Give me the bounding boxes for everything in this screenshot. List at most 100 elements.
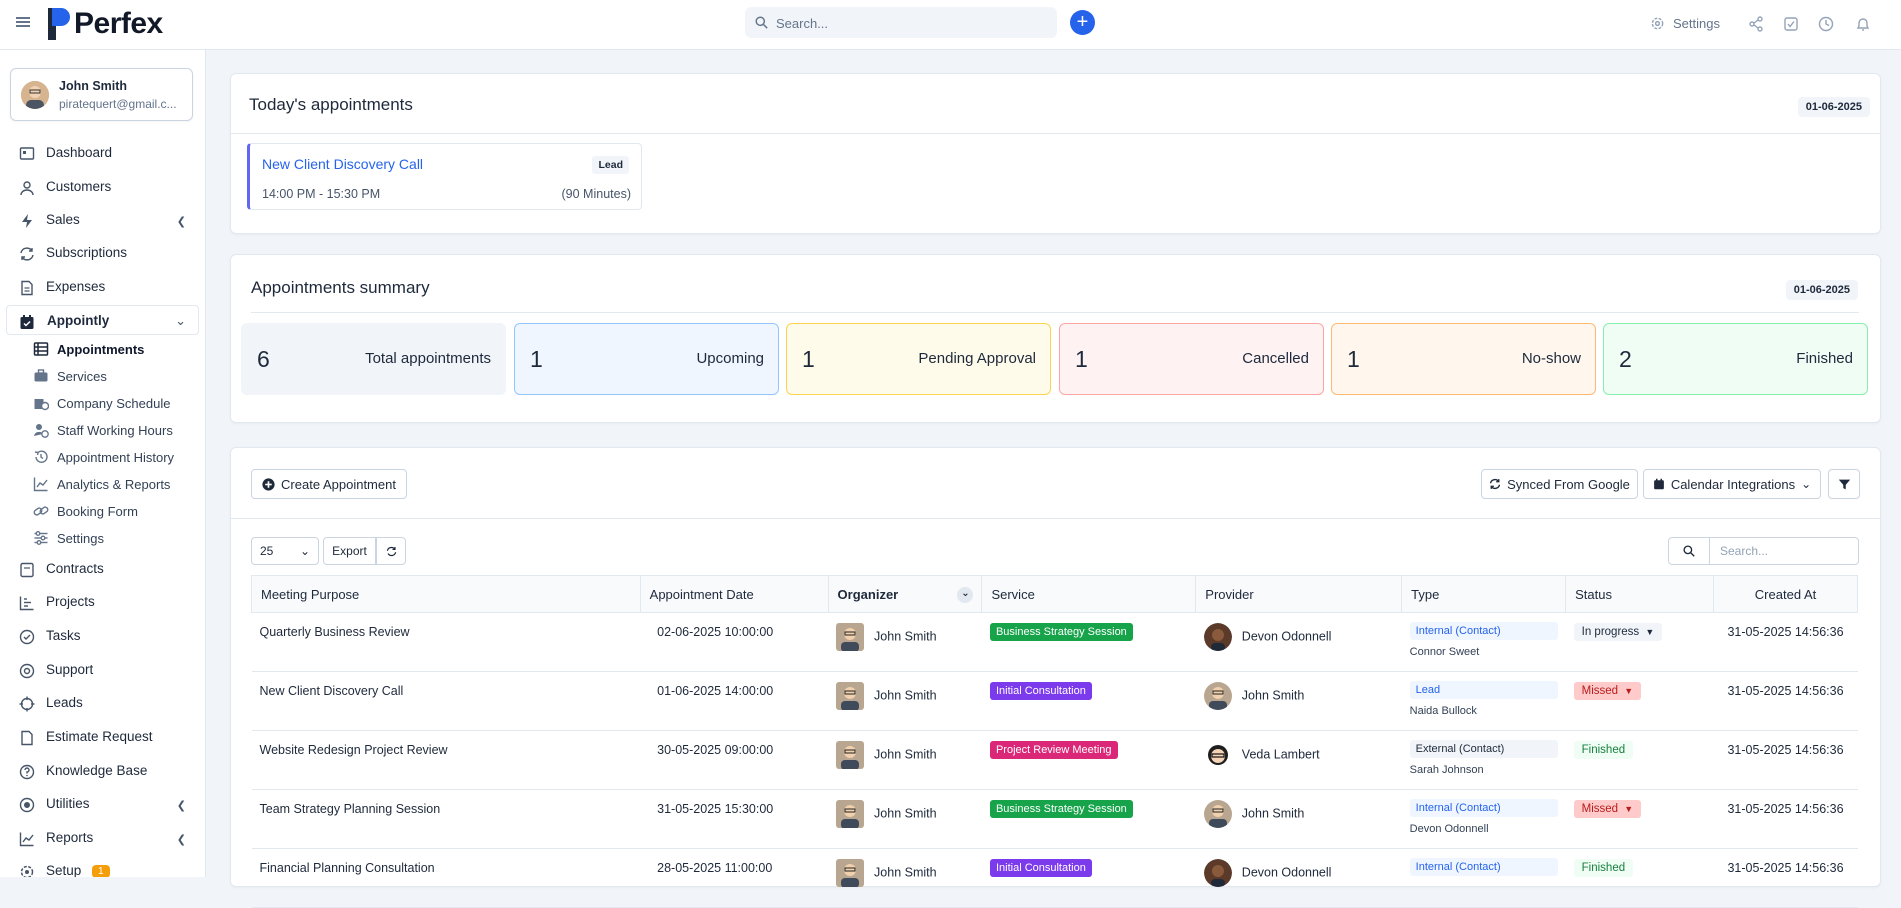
settings-link[interactable]: Settings	[1650, 16, 1720, 31]
sidebar-item-sales[interactable]: Sales ❮	[0, 205, 205, 235]
meeting-purpose-text[interactable]: Team Strategy Planning Session	[260, 790, 633, 816]
filter-button[interactable]	[1828, 469, 1860, 499]
brand-logo[interactable]: Perfex	[48, 7, 163, 41]
stat-card[interactable]: 1 No-show	[1331, 323, 1596, 395]
sidebar-subitem-services[interactable]: Services	[0, 364, 205, 388]
bar-chart-icon	[19, 596, 34, 611]
column-header-organizer[interactable]: Organizer ⌄	[827, 575, 983, 613]
export-button[interactable]: Export	[323, 537, 376, 565]
sidebar-item-label: Support	[46, 662, 94, 677]
clock-icon[interactable]	[1818, 16, 1834, 32]
status-badge: Finished	[1573, 741, 1634, 759]
reload-button[interactable]	[376, 537, 406, 565]
table-row[interactable]: Quarterly Business Review 02-06-2025 10:0…	[251, 612, 1858, 672]
synced-from-google-button[interactable]: Synced From Google	[1481, 469, 1638, 499]
cell-meeting-purpose: Team Strategy Planning Session	[251, 789, 641, 849]
table-search-input[interactable]: Search...	[1709, 537, 1859, 565]
sidebar-subitem-company-schedule[interactable]: Company Schedule	[0, 391, 205, 415]
sort-chevron-icon[interactable]: ⌄	[957, 587, 974, 603]
sidebar-item-label: Tasks	[46, 628, 81, 643]
sidebar-item-expenses[interactable]: Expenses	[0, 272, 205, 302]
cell-created-at: 31-05-2025 14:56:36	[1713, 612, 1858, 672]
stat-count: 6	[257, 346, 270, 372]
sidebar-item-customers[interactable]: Customers	[0, 172, 205, 202]
page-size-select[interactable]: 25 ⌄	[251, 537, 319, 565]
status-badge[interactable]: In progress ▼	[1573, 623, 1663, 641]
global-search-input[interactable]: Search...	[745, 7, 1057, 38]
sidebar-item-label: Knowledge Base	[46, 763, 148, 778]
sidebar-subitem-staff-working-hours[interactable]: Staff Working Hours	[0, 418, 205, 442]
table-list-icon	[33, 342, 49, 356]
stat-label: Upcoming	[696, 350, 764, 367]
logo-mark	[48, 8, 70, 40]
stat-count: 1	[802, 346, 815, 372]
sidebar-item-label: Subscriptions	[46, 245, 128, 260]
meeting-purpose-text[interactable]: Quarterly Business Review	[260, 613, 633, 639]
meeting-purpose-text[interactable]: New Client Discovery Call	[260, 672, 633, 698]
status-badge[interactable]: Missed ▼	[1573, 682, 1642, 700]
stat-card[interactable]: 1 Cancelled	[1059, 323, 1324, 395]
meeting-purpose-text[interactable]: Financial Planning Consultation	[260, 849, 633, 875]
share-icon[interactable]	[1748, 16, 1764, 32]
status-badge: Finished	[1573, 859, 1634, 877]
column-header-appointment-date[interactable]: Appointment Date	[639, 575, 829, 613]
sidebar-item-dashboard[interactable]: Dashboard	[0, 138, 205, 168]
column-header-provider[interactable]: Provider	[1195, 575, 1403, 613]
page-size-value: 25	[260, 544, 274, 558]
appointment-card[interactable]: New Client Discovery Call Lead 14:00 PM …	[247, 143, 642, 210]
stat-label: No-show	[1521, 350, 1581, 367]
column-header-status[interactable]: Status	[1565, 575, 1715, 613]
table-row[interactable]: Website Redesign Project Review 30-05-202…	[251, 730, 1858, 790]
stat-card[interactable]: 2 Finished	[1603, 323, 1868, 395]
calendar-integrations-dropdown[interactable]: Calendar Integrations ⌄	[1643, 469, 1821, 499]
sidebar-item-projects[interactable]: Projects	[0, 587, 205, 617]
sidebar: John Smith piratequert@gmail.c... Dashbo…	[0, 50, 206, 877]
document-icon	[21, 730, 33, 746]
table-row[interactable]: New Client Discovery Call 01-06-2025 14:0…	[251, 671, 1858, 731]
type-contact-name: Naida Bullock	[1409, 705, 1477, 717]
stat-card[interactable]: 1 Upcoming	[514, 323, 779, 395]
table-row[interactable]: Team Strategy Planning Session 31-05-2025…	[251, 789, 1858, 849]
column-header-meeting-purpose[interactable]: Meeting Purpose	[251, 575, 641, 613]
stat-card[interactable]: 6 Total appointments	[241, 323, 506, 395]
sidebar-item-knowledge-base[interactable]: Knowledge Base	[0, 756, 205, 786]
stat-count: 1	[1347, 346, 1360, 372]
sidebar-item-reports[interactable]: Reports ❮	[0, 823, 205, 853]
stat-card[interactable]: 1 Pending Approval	[786, 323, 1051, 395]
table-search-button[interactable]	[1668, 537, 1710, 565]
search-icon	[755, 16, 768, 29]
sidebar-item-tasks[interactable]: Tasks	[0, 621, 205, 651]
sidebar-subitem-booking-form[interactable]: Booking Form	[0, 499, 205, 523]
sidebar-subitem-analytics-reports[interactable]: Analytics & Reports	[0, 472, 205, 496]
column-header-created-at[interactable]: Created At	[1713, 575, 1858, 613]
chevron-down-icon: ⌄	[175, 313, 186, 328]
sidebar-item-leads[interactable]: Leads	[0, 688, 205, 718]
sidebar-subitem-settings[interactable]: Settings	[0, 526, 205, 550]
organizer-name: John Smith	[874, 747, 937, 762]
created-at-text: 31-05-2025 14:56:36	[1727, 625, 1844, 639]
table-row[interactable]: Financial Planning Consultation 28-05-202…	[251, 848, 1858, 908]
sidebar-item-subscriptions[interactable]: Subscriptions	[0, 238, 205, 268]
status-label: Finished	[1581, 744, 1626, 756]
cell-provider: Devon Odonnell	[1195, 848, 1402, 908]
bell-icon[interactable]	[1855, 16, 1871, 32]
create-appointment-button[interactable]: Create Appointment	[251, 469, 407, 499]
user-card[interactable]: John Smith piratequert@gmail.c...	[10, 68, 193, 121]
sidebar-item-utilities[interactable]: Utilities ❮	[0, 789, 205, 819]
sidebar-item-support[interactable]: Support	[0, 655, 205, 685]
meeting-purpose-text[interactable]: Website Redesign Project Review	[260, 731, 633, 757]
sidebar-item-setup[interactable]: Setup 1	[0, 856, 205, 877]
column-header-service[interactable]: Service	[981, 575, 1197, 613]
menu-toggle-icon[interactable]	[16, 17, 30, 27]
sidebar-item-estimate-request[interactable]: Estimate Request	[0, 722, 205, 752]
column-header-type[interactable]: Type	[1401, 575, 1567, 613]
sidebar-subitem-appointment-history[interactable]: Appointment History	[0, 445, 205, 469]
plus-circle-icon	[262, 477, 275, 491]
quick-create-button[interactable]: +	[1070, 10, 1095, 35]
sidebar-subitem-appointments[interactable]: Appointments	[0, 337, 205, 361]
sidebar-item-appointly[interactable]: Appointly ⌄	[6, 305, 199, 335]
sidebar-item-contracts[interactable]: Contracts	[0, 554, 205, 584]
status-badge[interactable]: Missed ▼	[1573, 800, 1642, 818]
appointment-title[interactable]: New Client Discovery Call	[262, 156, 423, 172]
task-check-icon[interactable]	[1783, 16, 1799, 32]
